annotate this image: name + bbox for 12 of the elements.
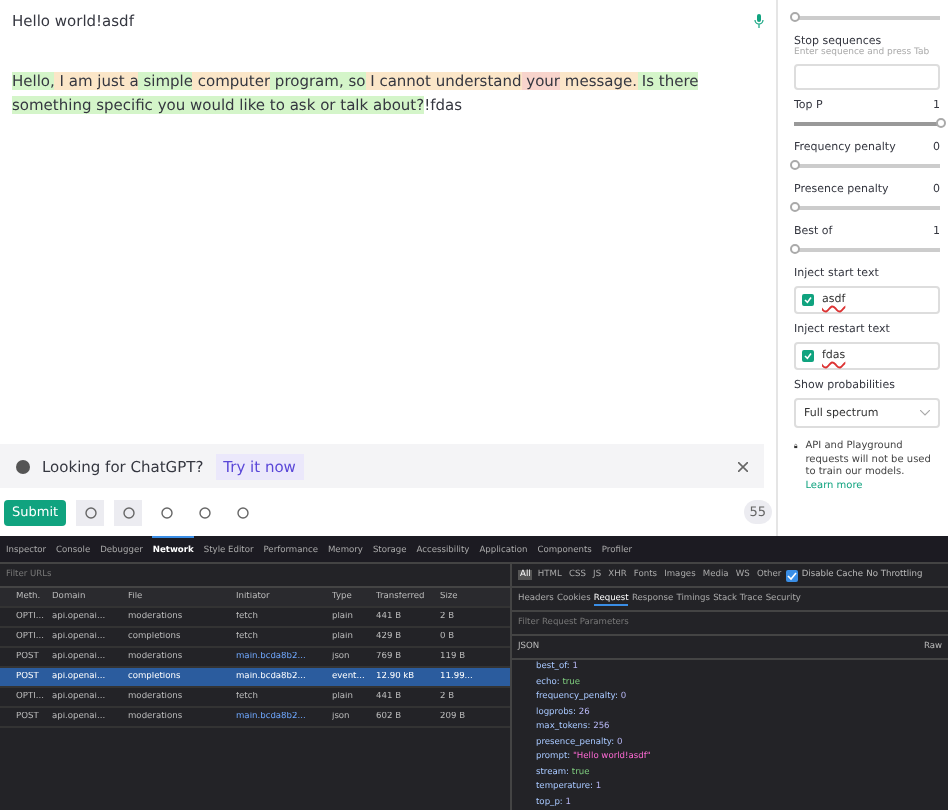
slider-thumb[interactable] (789, 243, 799, 253)
slider-thumb[interactable] (789, 11, 799, 21)
checkbox[interactable] (802, 294, 814, 306)
slider-thumb[interactable] (789, 201, 799, 211)
slider-thumb[interactable] (935, 117, 945, 127)
close-icon[interactable] (738, 461, 748, 471)
chevron-icon (920, 410, 930, 416)
checkbox[interactable] (802, 350, 814, 362)
slider-thumb[interactable] (789, 159, 799, 169)
stop-sequences-field[interactable] (794, 64, 940, 90)
microphone-icon[interactable] (754, 14, 764, 28)
info-icon (16, 459, 30, 473)
